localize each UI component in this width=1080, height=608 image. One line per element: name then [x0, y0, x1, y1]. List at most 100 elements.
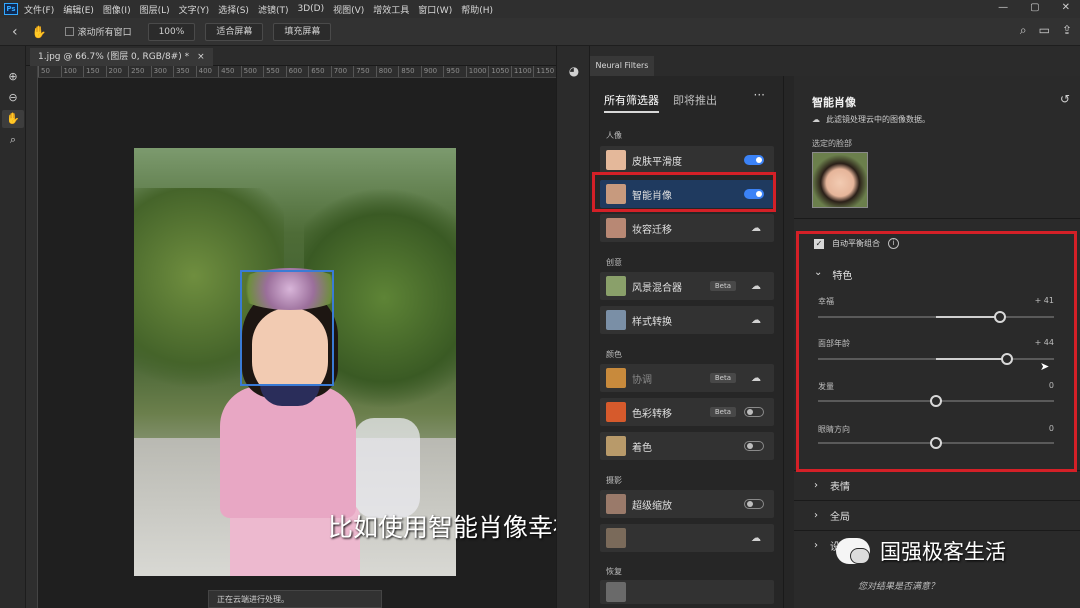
filter-skin-smoothing[interactable]: 皮肤平滑度	[600, 146, 774, 174]
cloud-download-icon[interactable]: ☁	[744, 223, 768, 234]
ruler-tick: 150	[83, 66, 106, 77]
document-title: 1.jpg @ 66.7% (图层 0, RGB/8#) *	[38, 52, 190, 62]
filter-color-transfer[interactable]: 色彩转移 Beta	[600, 398, 774, 426]
cloud-download-icon[interactable]: ☁	[744, 373, 768, 384]
minimize-icon[interactable]: —	[998, 2, 1008, 13]
plastic-bag	[354, 418, 420, 518]
filter-label: 色彩转移	[632, 408, 672, 420]
filter-thumb	[606, 276, 626, 296]
tab-coming-soon[interactable]: 即将推出	[673, 92, 717, 113]
filter-landscape-mixer[interactable]: 风景混合器 Beta ☁	[600, 272, 774, 300]
menu-filter[interactable]: 滤镜(T)	[258, 3, 289, 16]
category-color: 颜色	[606, 350, 622, 359]
zoom-value-field[interactable]: 100%	[147, 22, 196, 41]
more-options-icon[interactable]: ···	[754, 88, 765, 102]
menu-help[interactable]: 帮助(H)	[461, 3, 493, 16]
cloud-download-icon[interactable]: ☁	[744, 533, 768, 544]
chevron-right-icon: ›	[814, 540, 818, 551]
beta-badge: Beta	[709, 373, 736, 383]
ruler-tick: 550	[263, 66, 286, 77]
filter-label: 着色	[632, 442, 652, 454]
filter-thumb	[606, 436, 626, 456]
tab-all-filters[interactable]: 所有筛选器	[604, 92, 659, 113]
fit-screen-button[interactable]: 适合屏幕	[205, 22, 264, 41]
checkbox-box[interactable]	[64, 27, 74, 36]
ruler-tick: 400	[195, 66, 219, 77]
ruler-tick: 950	[443, 66, 466, 77]
panel-tab-bar	[590, 46, 1080, 76]
filter-toggle[interactable]	[744, 407, 764, 417]
filter-colorize[interactable]: 着色	[600, 432, 774, 460]
filter-label: 妆容迁移	[632, 224, 672, 236]
filter-label: 风景混合器	[632, 282, 682, 294]
filter-label: 协调	[632, 374, 652, 386]
ruler-tick: 900	[420, 66, 444, 77]
menu-select[interactable]: 选择(S)	[218, 3, 249, 16]
hand-icon[interactable]: ✋	[2, 110, 24, 128]
menu-plugins[interactable]: 增效工具	[373, 3, 409, 16]
filter-label: 皮肤平滑度	[632, 156, 682, 168]
section-expression[interactable]: › 表情	[794, 470, 1080, 500]
filter-label: 超级缩放	[632, 500, 672, 512]
menu-type[interactable]: 文字(Y)	[179, 3, 210, 16]
document-tab[interactable]: 1.jpg @ 66.7% (图层 0, RGB/8#) * ×	[30, 48, 213, 66]
filter-depth-blur[interactable]: ☁	[600, 524, 774, 552]
filter-thumb	[606, 368, 626, 388]
chevron-right-icon: ›	[814, 480, 818, 491]
selected-face-thumbnail[interactable]	[812, 152, 868, 208]
cloud-download-icon[interactable]: ☁	[744, 281, 768, 292]
search-icon[interactable]: ⌕	[1020, 23, 1027, 38]
neural-filters-icon[interactable]: ◕	[565, 64, 583, 82]
ruler-tick: 500	[240, 66, 264, 77]
scroll-all-label: 滚动所有窗口	[77, 28, 132, 38]
filter-style-transfer[interactable]: 样式转换 ☁	[600, 306, 774, 334]
filter-restore-item[interactable]	[600, 580, 774, 604]
cloud-download-icon[interactable]: ☁	[744, 315, 768, 326]
menu-3d[interactable]: 3D(D)	[297, 4, 324, 14]
workspace-icon[interactable]: ▭	[1039, 23, 1050, 38]
magnifier-icon[interactable]: ⌕	[2, 131, 24, 149]
category-creative: 创意	[606, 258, 622, 267]
section-global[interactable]: › 全局	[794, 500, 1080, 530]
filter-thumb	[606, 494, 626, 514]
panel-icon-strip: ◕	[556, 46, 590, 608]
filter-makeup-transfer[interactable]: 妆容迁移 ☁	[600, 214, 774, 242]
highlight-feature-sliders	[796, 231, 1077, 472]
reset-icon[interactable]: ↺	[1060, 92, 1070, 106]
face-detection-box	[240, 270, 334, 386]
menu-image[interactable]: 图像(I)	[103, 3, 131, 16]
watermark: 国强极客生活	[836, 536, 1006, 566]
ruler-tick: 700	[330, 66, 354, 77]
menu-window[interactable]: 窗口(W)	[418, 3, 452, 16]
filter-toggle[interactable]	[744, 499, 764, 509]
menu-view[interactable]: 视图(V)	[333, 3, 364, 16]
menu-file[interactable]: 文件(F)	[24, 3, 54, 16]
back-arrow-icon[interactable]: ‹	[12, 24, 18, 40]
menu-layer[interactable]: 图层(L)	[140, 3, 170, 16]
zoom-out-icon[interactable]: ⊖	[2, 89, 24, 107]
neural-filters-tab[interactable]: Neural Filters	[590, 56, 654, 76]
fill-screen-button[interactable]: 填充屏幕	[273, 22, 332, 41]
beta-badge: Beta	[709, 281, 736, 291]
ruler-tick: 200	[105, 66, 129, 77]
filter-thumb	[606, 528, 626, 548]
filter-toggle[interactable]	[744, 155, 764, 165]
maximize-icon[interactable]: ▢	[1030, 2, 1039, 13]
filter-thumb	[606, 150, 626, 170]
horizontal-ruler: 50 100 150 200 250 300 350 400 450 500 5…	[38, 66, 556, 78]
scroll-all-windows-checkbox[interactable]: 滚动所有窗口	[64, 25, 132, 38]
chevron-right-icon: ›	[814, 510, 818, 521]
menu-edit[interactable]: 编辑(E)	[63, 3, 94, 16]
ruler-tick: 650	[308, 66, 331, 77]
category-restore: 恢复	[606, 567, 622, 576]
divider	[794, 218, 1080, 219]
close-icon[interactable]: ✕	[1062, 2, 1070, 13]
close-tab-icon[interactable]: ×	[197, 48, 205, 66]
filter-super-zoom[interactable]: 超级缩放	[600, 490, 774, 518]
zoom-in-icon[interactable]: ⊕	[2, 68, 24, 86]
cloud-note: ☁ 此滤镜处理云中的图像数据。	[812, 114, 930, 125]
filter-toggle[interactable]	[744, 441, 764, 451]
hand-tool-icon[interactable]: ✋	[32, 25, 47, 39]
filter-harmonization[interactable]: 协调 Beta ☁	[600, 364, 774, 392]
share-icon[interactable]: ⇪	[1062, 23, 1072, 38]
